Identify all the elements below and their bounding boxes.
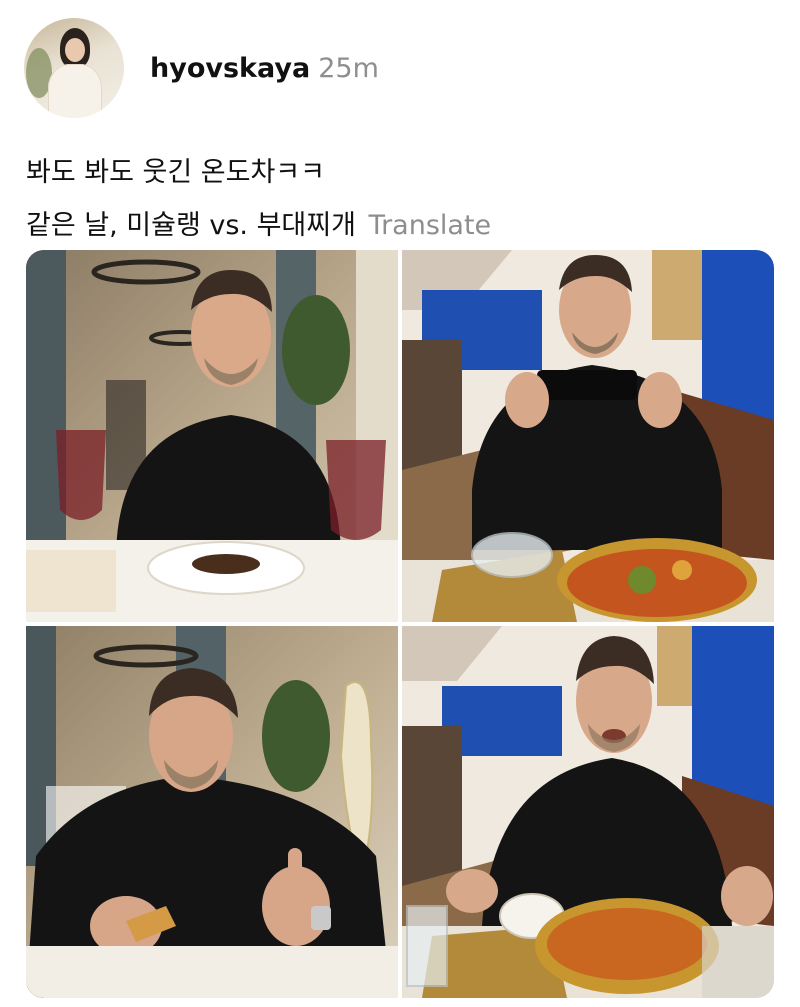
caption-line-1: 봐도 봐도 웃긴 온도차ㅋㅋ bbox=[26, 157, 325, 188]
photo-budae-jjigae-taking-picture[interactable] bbox=[402, 250, 774, 622]
photo-budae-jjigae-eating[interactable] bbox=[402, 626, 774, 998]
post-caption: 봐도 봐도 웃긴 온도차ㅋㅋ 같은 날, 미슐랭 vs. 부대찌개 Transl… bbox=[26, 146, 776, 252]
post-header: hyovskaya 25m bbox=[24, 18, 379, 118]
photo-grid bbox=[26, 250, 774, 998]
photo-fine-dining-thumbs-up[interactable] bbox=[26, 626, 398, 998]
username-link[interactable]: hyovskaya bbox=[150, 53, 310, 84]
post-timestamp: 25m bbox=[318, 52, 379, 84]
caption-line-2-text: 같은 날, 미슐랭 vs. 부대찌개 bbox=[26, 210, 356, 241]
avatar[interactable] bbox=[24, 18, 124, 118]
caption-line-2: 같은 날, 미슐랭 vs. 부대찌개 Translate bbox=[26, 199, 776, 252]
photo-fine-dining-smiling[interactable] bbox=[26, 250, 398, 622]
post-meta: hyovskaya 25m bbox=[150, 53, 379, 84]
translate-link[interactable]: Translate bbox=[369, 210, 492, 241]
